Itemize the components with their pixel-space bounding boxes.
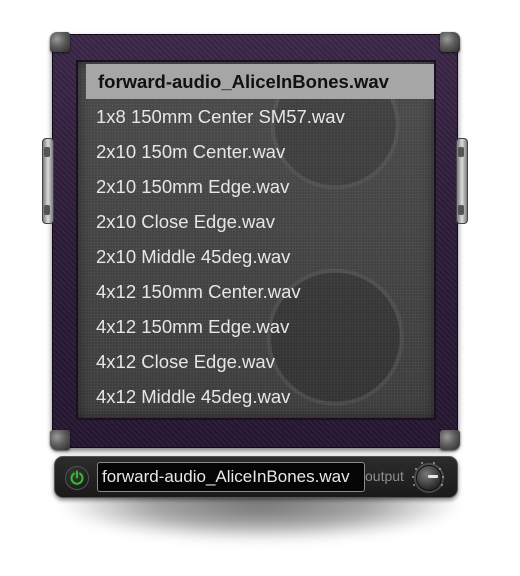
power-icon xyxy=(70,470,84,485)
corner-cap-top-right xyxy=(440,32,460,52)
ir-file-item[interactable]: 4x12 Middle 45deg.wav xyxy=(86,379,434,414)
power-button[interactable] xyxy=(65,466,89,490)
ir-file-item[interactable]: 2x10 150mm Edge.wav xyxy=(86,169,434,204)
speaker-cabinet: forward-audio_AliceInBones.wav 1x8 150mm… xyxy=(42,32,468,450)
ir-file-list[interactable]: forward-audio_AliceInBones.wav 1x8 150mm… xyxy=(86,64,434,414)
corner-cap-bottom-right xyxy=(440,430,460,450)
ir-file-item[interactable]: 4x12 150mm Edge.wav xyxy=(86,309,434,344)
corner-cap-bottom-left xyxy=(50,430,70,450)
output-label: output xyxy=(365,468,404,484)
ir-file-item[interactable]: 2x10 Middle 45deg.wav xyxy=(86,239,434,274)
output-knob[interactable] xyxy=(416,465,442,491)
ir-file-item[interactable]: 2x10 150m Center.wav xyxy=(86,134,434,169)
ir-file-item[interactable]: 1x8 150mm Center SM57.wav xyxy=(86,99,434,134)
speaker-grille: forward-audio_AliceInBones.wav 1x8 150mm… xyxy=(76,60,436,420)
ir-filename-field[interactable]: forward-audio_AliceInBones.wav xyxy=(97,462,365,492)
knob-pointer-icon xyxy=(428,475,438,478)
handle-right-icon xyxy=(456,138,468,224)
ir-file-item[interactable]: forward-audio_AliceInBones.wav xyxy=(86,64,434,99)
handle-left-icon xyxy=(42,138,54,224)
ir-file-item[interactable]: 4x12 Close Edge.wav xyxy=(86,344,434,379)
ir-file-item[interactable]: 4x12 150mm Center.wav xyxy=(86,274,434,309)
corner-cap-top-left xyxy=(50,32,70,52)
ir-file-item[interactable]: 2x10 Close Edge.wav xyxy=(86,204,434,239)
control-bar: forward-audio_AliceInBones.wav output xyxy=(54,456,458,498)
